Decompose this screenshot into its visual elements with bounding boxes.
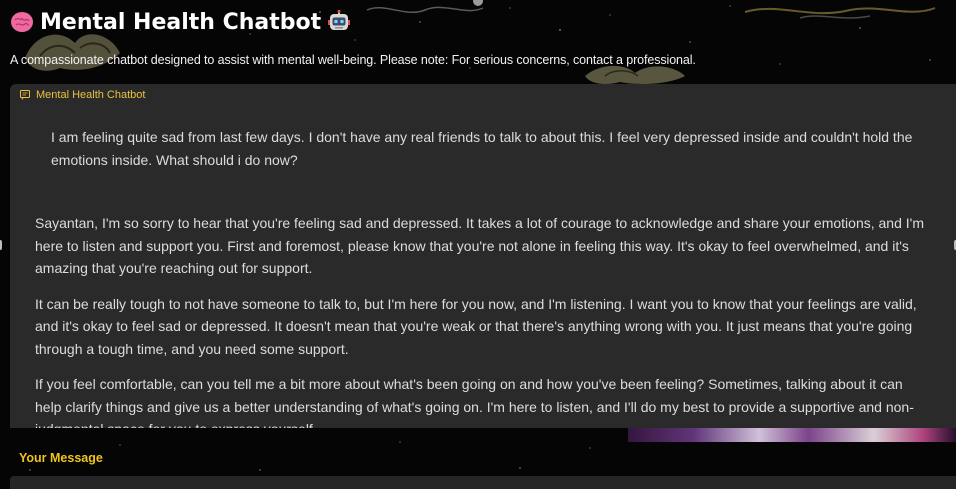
bot-message-paragraph: It can be really tough to not have someo… [35,295,917,357]
left-edge-handle [0,240,2,250]
chatbot-label: Mental Health Chatbot [16,88,150,102]
cloud-line-decoration-2 [744,7,936,19]
page-title: Mental Health Chatbot [10,6,351,38]
bot-message-paragraph: Sayantan, I'm so sorry to hear that you'… [35,215,924,276]
cloud-line-decoration [366,0,484,14]
anime-banner-image [628,428,956,442]
app-root: Mental Health Chatbot A compassionate ch… [0,0,956,489]
bot-message-paragraph: If you feel comfortable, can you tell me… [35,376,914,428]
chatbot-panel[interactable]: Mental Health Chatbot I am feeling quite… [10,84,956,428]
brain-icon [11,12,33,32]
message-input[interactable] [10,476,956,489]
user-message: I am feeling quite sad from last few day… [51,129,913,168]
chatbot-label-text: Mental Health Chatbot [36,89,146,101]
message-input-label: Your Message [19,451,103,465]
chat-icon [20,90,30,100]
title-text: Mental Health Chatbot [40,9,322,35]
bot-message: Sayantan, I'm so sorry to hear that you'… [35,212,925,428]
robot-icon [328,10,351,30]
app-description: A compassionate chatbot designed to assi… [10,53,696,67]
